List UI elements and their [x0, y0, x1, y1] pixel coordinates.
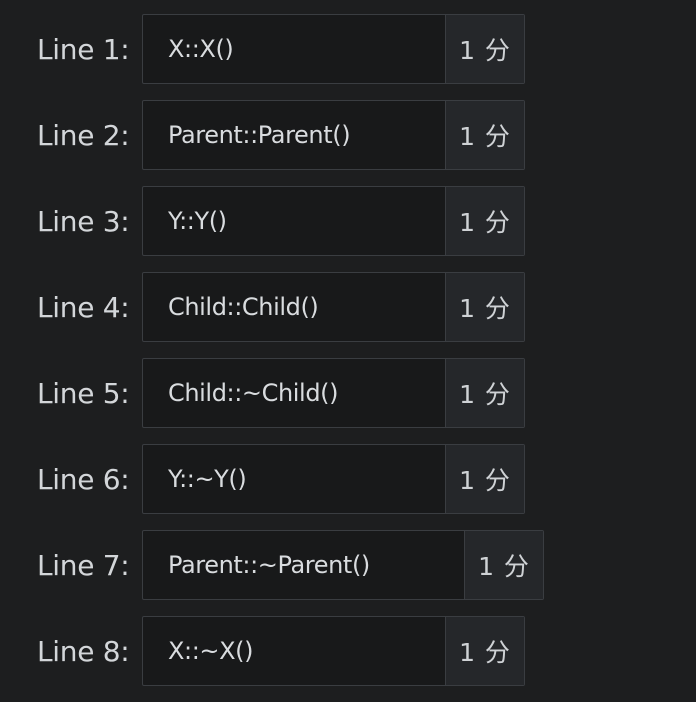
answer-row-3: Line 3: 1 分: [0, 186, 696, 256]
answer-group: 1 分: [142, 358, 525, 428]
answer-row-1: Line 1: 1 分: [0, 14, 696, 84]
answer-input[interactable]: [143, 445, 446, 513]
answer-group: 1 分: [142, 100, 525, 170]
answer-input[interactable]: [143, 531, 465, 599]
points-badge: 1 分: [446, 187, 524, 255]
answer-group: 1 分: [142, 14, 525, 84]
points-badge: 1 分: [446, 617, 524, 685]
points-badge: 1 分: [446, 359, 524, 427]
line-label: Line 2:: [37, 118, 130, 152]
line-label: Line 3:: [37, 204, 130, 238]
line-label: Line 8:: [37, 634, 130, 668]
answer-input[interactable]: [143, 359, 446, 427]
answer-group: 1 分: [142, 616, 525, 686]
answer-group: 1 分: [142, 186, 525, 256]
line-label: Line 7:: [37, 548, 130, 582]
answer-input[interactable]: [143, 273, 446, 341]
answer-row-8: Line 8: 1 分: [0, 616, 696, 686]
points-badge: 1 分: [465, 531, 543, 599]
points-badge: 1 分: [446, 273, 524, 341]
line-label: Line 5:: [37, 376, 130, 410]
answer-input[interactable]: [143, 617, 446, 685]
line-label: Line 1:: [37, 32, 130, 66]
points-badge: 1 分: [446, 15, 524, 83]
answer-row-6: Line 6: 1 分: [0, 444, 696, 514]
points-badge: 1 分: [446, 101, 524, 169]
answer-list: Line 1: 1 分 Line 2: 1 分 Line 3: 1 分 Line…: [0, 14, 696, 702]
answer-input[interactable]: [143, 187, 446, 255]
answer-row-2: Line 2: 1 分: [0, 100, 696, 170]
answer-group: 1 分: [142, 272, 525, 342]
answer-group: 1 分: [142, 444, 525, 514]
answer-group: 1 分: [142, 530, 544, 600]
answer-input[interactable]: [143, 15, 446, 83]
answer-row-5: Line 5: 1 分: [0, 358, 696, 428]
line-label: Line 4:: [37, 290, 130, 324]
answer-input[interactable]: [143, 101, 446, 169]
answer-row-7: Line 7: 1 分: [0, 530, 696, 600]
points-badge: 1 分: [446, 445, 524, 513]
answer-row-4: Line 4: 1 分: [0, 272, 696, 342]
line-label: Line 6:: [37, 462, 130, 496]
